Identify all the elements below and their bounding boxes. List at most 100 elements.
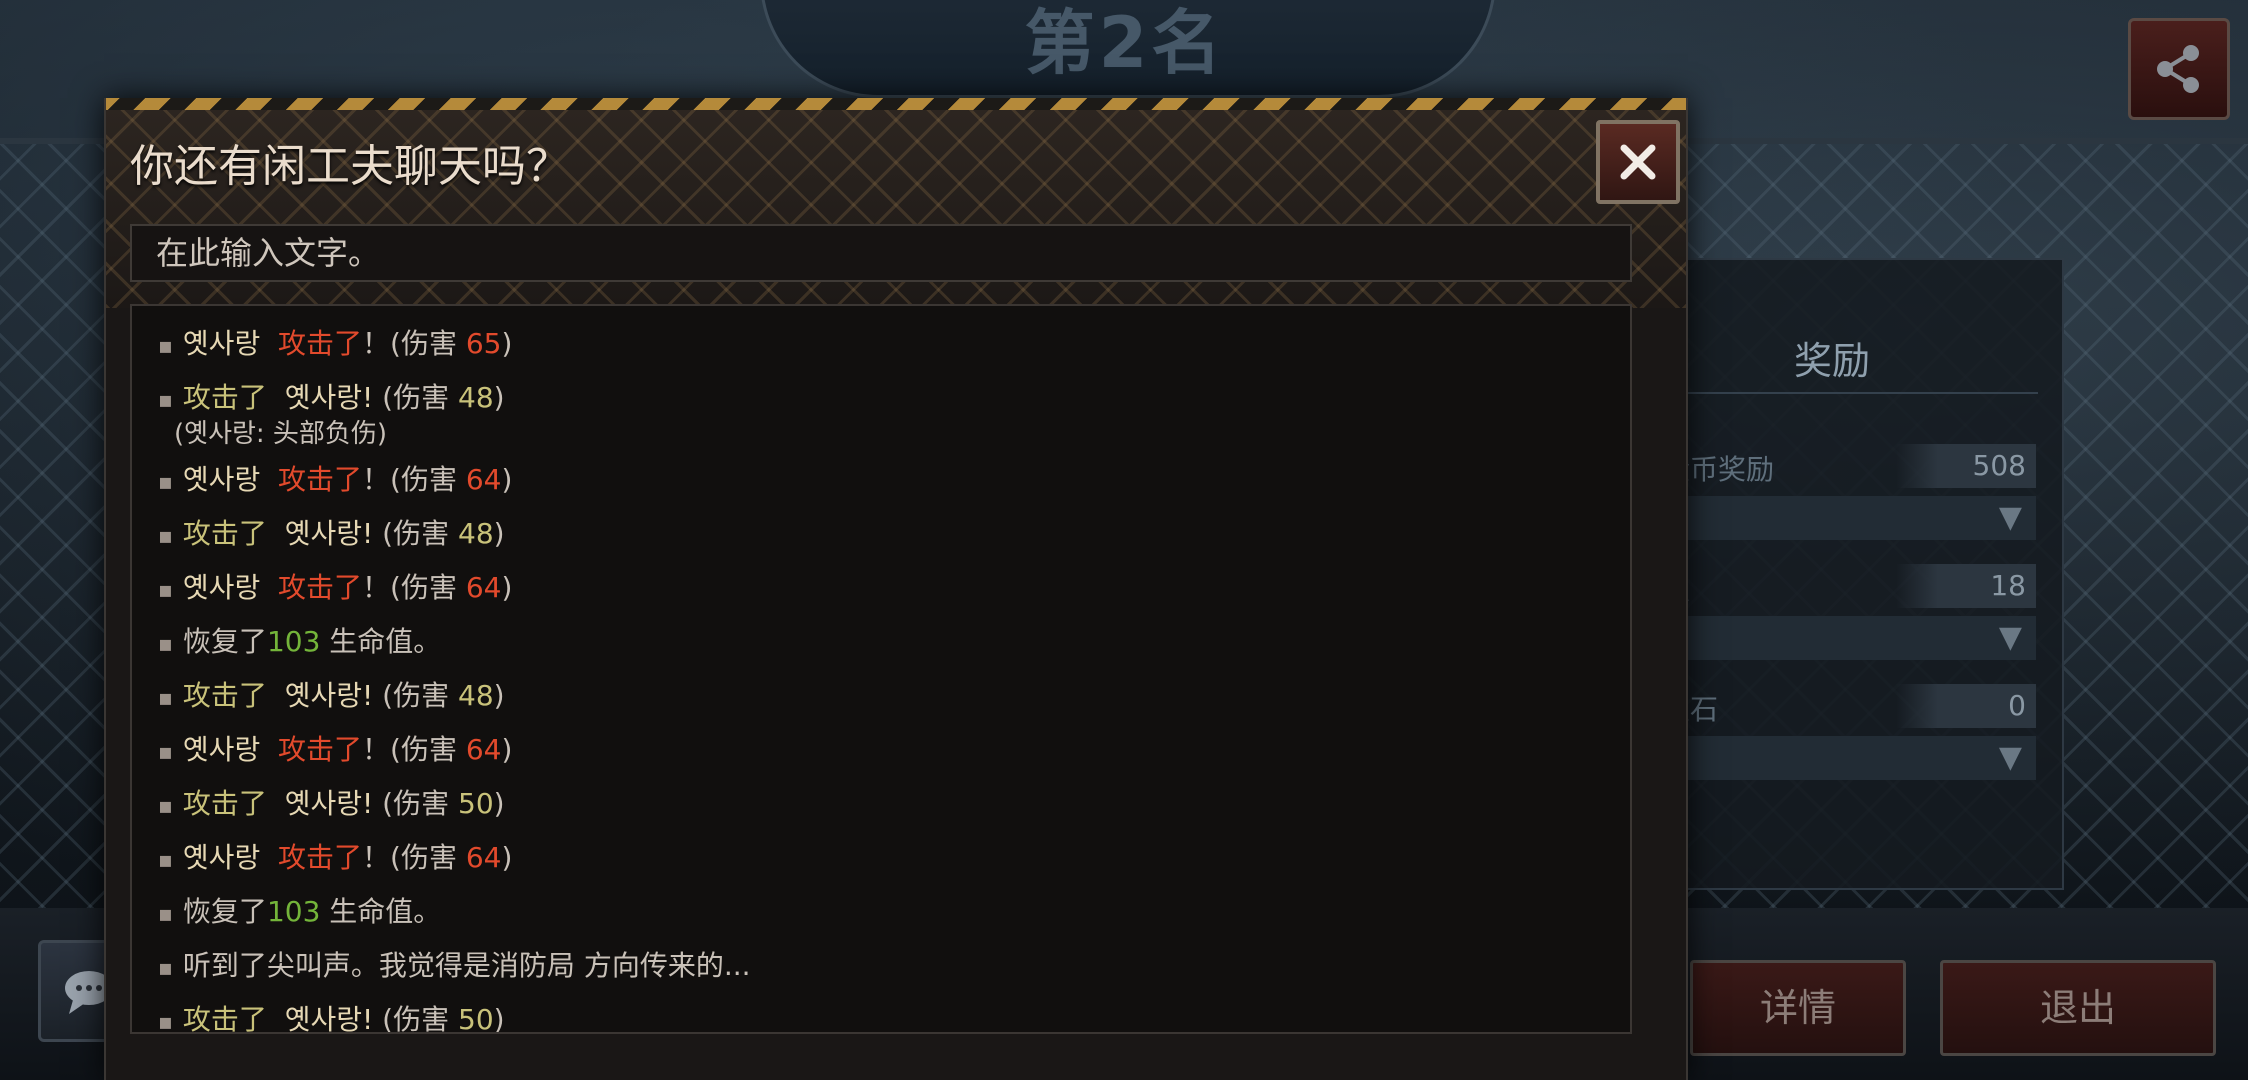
log-damage: 48 (458, 381, 494, 414)
list-item: ▪ 恢复了103 生命值。 (158, 624, 441, 663)
log-text: 生命值。 (320, 625, 442, 658)
exit-button[interactable]: 退出 (1940, 960, 2216, 1056)
dropdown-arrow-icon: ▼ (1998, 740, 2022, 775)
log-text: ) (493, 381, 505, 414)
list-item: ▪ 옛사랑 攻击了！(伤害 65) (158, 326, 512, 365)
log-text: ) (501, 733, 513, 766)
log-actor: 옛사랑 (182, 571, 261, 604)
log-target: 옛사랑! (284, 381, 374, 414)
log-target: 옛사랑! (284, 787, 374, 820)
log-target: 옛사랑! (284, 1003, 374, 1034)
log-damage: 50 (458, 787, 494, 820)
log-text: ！(伤害 (362, 841, 466, 874)
log-subtext: (옛사랑: 头部负伤) (174, 419, 388, 449)
reward-detail-dropdown[interactable]: 情 ▼ (1632, 496, 2036, 540)
close-icon (1620, 144, 1656, 180)
log-text: ) (493, 517, 505, 550)
log-text: 恢复了 (182, 895, 267, 928)
rank-title: 第2名 (1024, 2, 1226, 84)
share-button[interactable] (2128, 18, 2230, 120)
list-item: ▪ 옛사랑 攻击了！(伤害 64) (158, 462, 512, 501)
list-item: ▪ 听到了尖叫声。我觉得是消防局 方向传来的... (158, 948, 751, 987)
chat-input[interactable]: 在此输入文字。 (130, 224, 1632, 282)
log-action: 攻击了 (278, 841, 363, 874)
bullet-icon: ▪ (158, 956, 173, 981)
log-text: 恢复了 (182, 625, 267, 658)
log-action: 攻击了 (182, 381, 267, 414)
log-action: 攻击了 (182, 1003, 267, 1034)
bullet-icon: ▪ (158, 334, 173, 359)
log-text: ) (493, 787, 505, 820)
list-item: ▪ 옛사랑 攻击了！(伤害 64) (158, 570, 512, 609)
dropdown-arrow-icon: ▼ (1998, 620, 2022, 655)
log-text: ) (501, 571, 513, 604)
log-text: ！(伤害 (362, 733, 466, 766)
log-heal: 103 (266, 895, 321, 928)
log-damage: 64 (465, 463, 502, 496)
log-text: ！(伤害 (362, 327, 466, 360)
log-actor: 옛사랑 (182, 463, 261, 496)
log-actor: 옛사랑 (182, 327, 261, 360)
log-action: 攻击了 (278, 327, 363, 360)
reward-value: 18 (1896, 564, 2036, 608)
close-button[interactable] (1596, 120, 1680, 204)
bullet-icon: ▪ (158, 388, 173, 413)
list-item: ▪ 攻击了 옛사랑! (伤害 50) (158, 1002, 505, 1034)
bullet-icon: ▪ (158, 632, 173, 657)
log-damage: 64 (465, 841, 502, 874)
bullet-icon: ▪ (158, 524, 173, 549)
reward-value: 508 (1896, 444, 2036, 488)
log-damage: 50 (458, 1003, 494, 1034)
log-action: 攻击了 (278, 571, 363, 604)
list-item: ▪ 攻击了 옛사랑! (伤害 50) (158, 786, 505, 825)
log-text: (伤害 (382, 787, 458, 820)
hazard-strip (106, 98, 1686, 110)
reward-detail-dropdown[interactable]: 情 ▼ (1632, 616, 2036, 660)
bullet-icon: ▪ (158, 740, 173, 765)
log-actor: 옛사랑 (182, 841, 261, 874)
log-damage: 65 (465, 327, 502, 360)
log-damage: 48 (458, 679, 494, 712)
list-item: ▪ 攻击了 옛사랑! (伤害 48) (158, 516, 505, 555)
chat-log[interactable]: ▪ 옛사랑 攻击了！(伤害 65) ▪ 攻击了 옛사랑! (伤害 48) (옛사랑:… (130, 304, 1632, 1034)
log-action: 攻击了 (182, 787, 267, 820)
list-item: ▪ 攻击了 옛사랑! (伤害 48) (옛사랑: 头部负伤) (158, 380, 505, 449)
log-text: (伤害 (382, 1003, 458, 1034)
dropdown-arrow-icon: ▼ (1998, 500, 2022, 535)
bullet-icon: ▪ (158, 794, 173, 819)
log-text: ！(伤害 (362, 571, 466, 604)
list-item: ▪ 攻击了 옛사랑! (伤害 48) (158, 678, 505, 717)
bullet-icon: ▪ (158, 686, 173, 711)
reward-detail-dropdown[interactable]: 情 ▼ (1632, 736, 2036, 780)
log-heal: 103 (266, 625, 321, 658)
log-damage: 64 (465, 571, 502, 604)
reward-divider (1632, 392, 2038, 394)
modal-title: 你还有闲工夫聊天吗？ (130, 141, 570, 192)
detail-button[interactable]: 详情 (1690, 960, 1906, 1056)
log-text: ) (501, 463, 513, 496)
log-action: 攻击了 (278, 463, 363, 496)
bullet-icon: ▪ (158, 470, 173, 495)
log-damage: 64 (465, 733, 502, 766)
bullet-icon: ▪ (158, 902, 173, 927)
log-target: 옛사랑! (284, 517, 374, 550)
log-action: 攻击了 (182, 679, 267, 712)
list-item: ▪ 옛사랑 攻击了！(伤害 64) (158, 840, 512, 879)
log-action: 攻击了 (182, 517, 267, 550)
chat-modal: 你还有闲工夫聊天吗？ 在此输入文字。 ▪ 옛사랑 攻击了！(伤害 65) ▪ 攻击了… (104, 98, 1688, 1080)
bullet-icon: ▪ (158, 848, 173, 873)
log-text: ) (493, 1003, 505, 1034)
log-action: 攻击了 (278, 733, 363, 766)
log-text: 生命值。 (320, 895, 442, 928)
log-text: ) (493, 679, 505, 712)
bullet-icon: ▪ (158, 1010, 173, 1034)
log-damage: 48 (458, 517, 494, 550)
bullet-icon: ▪ (158, 578, 173, 603)
list-item: ▪ 恢复了103 生命值。 (158, 894, 441, 933)
log-text: 听到了尖叫声。我觉得是消防局 方向传来的... (182, 949, 751, 982)
log-text: (伤害 (382, 381, 458, 414)
list-item: ▪ 옛사랑 攻击了！(伤害 64) (158, 732, 512, 771)
log-text: (伤害 (382, 679, 458, 712)
log-text: ) (501, 327, 513, 360)
log-actor: 옛사랑 (182, 733, 261, 766)
